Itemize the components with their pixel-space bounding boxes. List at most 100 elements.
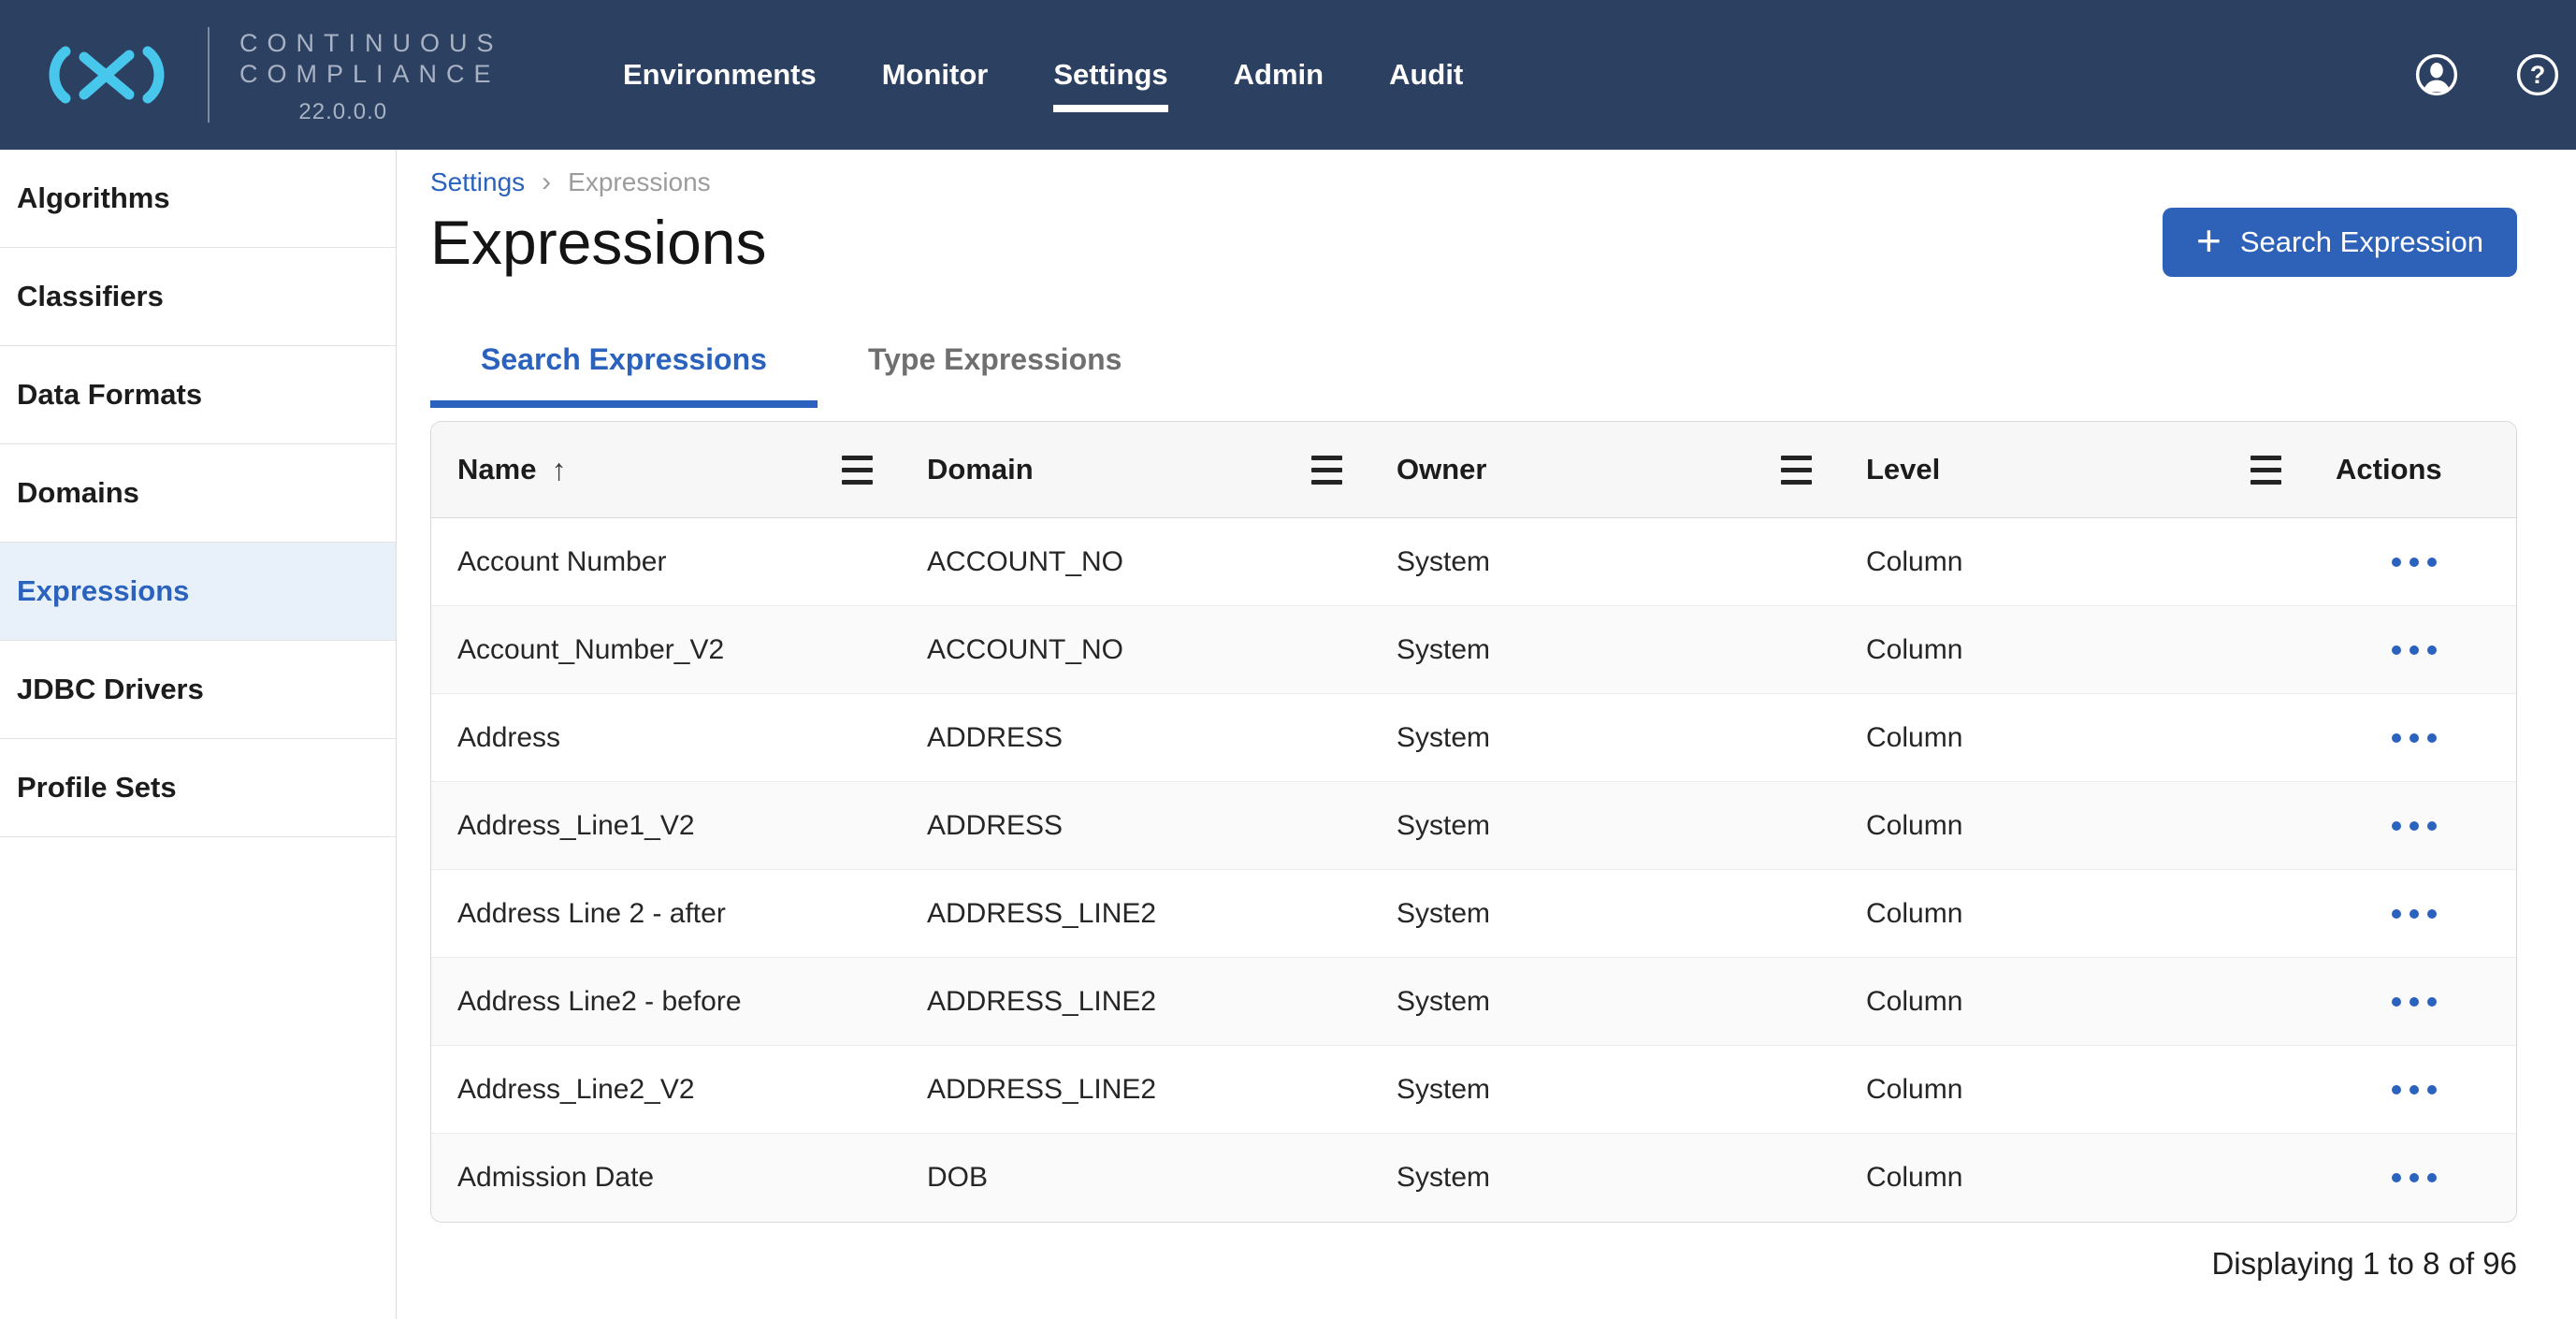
plus-icon: + [2196, 219, 2221, 262]
cell-owner: System [1370, 634, 1840, 666]
nav-settings[interactable]: Settings [1053, 58, 1167, 92]
main-content: Settings › Expressions Expressions + Sea… [397, 150, 2576, 1283]
expressions-table: Name ↑ Domain Owner Level Actions [430, 421, 2517, 1223]
sidebar-item-expressions[interactable]: Expressions [0, 543, 396, 641]
wordmark-line2: COMPLIANCE [239, 59, 503, 90]
cell-owner: System [1370, 1074, 1840, 1106]
cell-name: Account_Number_V2 [431, 634, 901, 666]
cell-owner: System [1370, 1162, 1840, 1194]
cell-owner: System [1370, 810, 1840, 842]
column-menu-icon[interactable] [1311, 456, 1342, 485]
column-label-owner[interactable]: Owner [1397, 453, 1486, 486]
row-actions-menu-icon[interactable] [2388, 552, 2440, 573]
sidebar-item-data-formats[interactable]: Data Formats [0, 346, 396, 444]
sidebar-item-algorithms[interactable]: Algorithms [0, 150, 396, 248]
nav-environments[interactable]: Environments [623, 58, 817, 92]
help-icon[interactable]: ? [2515, 52, 2560, 97]
cell-level: Column [1840, 986, 2309, 1018]
top-navigation: Environments Monitor Settings Admin Audi… [623, 0, 1463, 150]
sidebar-item-jdbc-drivers[interactable]: JDBC Drivers [0, 641, 396, 739]
svg-text:?: ? [2530, 61, 2546, 89]
table-row: Address Line2 - before ADDRESS_LINE2 Sys… [431, 958, 2516, 1046]
nav-monitor[interactable]: Monitor [882, 58, 989, 92]
version-label: 22.0.0.0 [239, 99, 503, 125]
cell-domain: ADDRESS [901, 722, 1370, 754]
top-bar: CONTINUOUS COMPLIANCE 22.0.0.0 Environme… [0, 0, 2576, 150]
column-header-actions: Actions [2309, 453, 2516, 486]
add-search-expression-label: Search Expression [2240, 225, 2483, 259]
user-profile-icon[interactable] [2414, 52, 2459, 97]
table-row: Account Number ACCOUNT_NO System Column [431, 518, 2516, 606]
settings-sidebar: Algorithms Classifiers Data Formats Doma… [0, 150, 397, 1319]
cell-domain: ADDRESS_LINE2 [901, 986, 1370, 1018]
row-actions-menu-icon[interactable] [2388, 816, 2440, 836]
cell-name: Address [431, 722, 901, 754]
cell-name: Account Number [431, 546, 901, 578]
row-actions-menu-icon[interactable] [2388, 992, 2440, 1012]
column-label-actions: Actions [2336, 453, 2442, 486]
cell-domain: DOB [901, 1162, 1370, 1194]
cell-domain: ACCOUNT_NO [901, 634, 1370, 666]
page-title: Expressions [430, 202, 767, 283]
cell-level: Column [1840, 722, 2309, 754]
cell-owner: System [1370, 898, 1840, 930]
cell-owner: System [1370, 546, 1840, 578]
cell-level: Column [1840, 1162, 2309, 1194]
cell-domain: ADDRESS_LINE2 [901, 898, 1370, 930]
tab-type-expressions[interactable]: Type Expressions [818, 342, 1173, 408]
cell-owner: System [1370, 722, 1840, 754]
sidebar-item-classifiers[interactable]: Classifiers [0, 248, 396, 346]
cell-level: Column [1840, 634, 2309, 666]
table-body: Account Number ACCOUNT_NO System Column … [431, 518, 2516, 1222]
table-row: Address_Line1_V2 ADDRESS System Column [431, 782, 2516, 870]
expressions-tabs: Search Expressions Type Expressions [430, 342, 2517, 408]
breadcrumb-settings-link[interactable]: Settings [430, 167, 525, 198]
table-row: Account_Number_V2 ACCOUNT_NO System Colu… [431, 606, 2516, 694]
wordmark-line1: CONTINUOUS [239, 28, 503, 59]
logo-divider [208, 27, 210, 123]
pagination-status: Displaying 1 to 8 of 96 [430, 1245, 2517, 1283]
brand-logo: CONTINUOUS COMPLIANCE 22.0.0.0 [0, 0, 503, 150]
cell-name: Address_Line2_V2 [431, 1074, 901, 1106]
column-label-name[interactable]: Name [457, 453, 536, 486]
chevron-right-icon: › [542, 167, 551, 198]
cell-name: Admission Date [431, 1162, 901, 1194]
column-header-domain: Domain [901, 453, 1370, 486]
table-row: Address Line 2 - after ADDRESS_LINE2 Sys… [431, 870, 2516, 958]
row-actions-menu-icon[interactable] [2388, 904, 2440, 924]
breadcrumb-current: Expressions [568, 167, 711, 198]
sort-ascending-icon[interactable]: ↑ [551, 453, 566, 487]
cell-level: Column [1840, 810, 2309, 842]
table-header-row: Name ↑ Domain Owner Level Actions [431, 422, 2516, 518]
column-header-level: Level [1840, 453, 2309, 486]
breadcrumb: Settings › Expressions [430, 167, 2517, 198]
tab-search-expressions[interactable]: Search Expressions [430, 342, 818, 408]
column-menu-icon[interactable] [2250, 456, 2281, 485]
table-row: Admission Date DOB System Column [431, 1134, 2516, 1222]
nav-audit[interactable]: Audit [1389, 58, 1463, 92]
cell-name: Address Line 2 - after [431, 898, 901, 930]
column-menu-icon[interactable] [842, 456, 873, 485]
row-actions-menu-icon[interactable] [2388, 728, 2440, 748]
cell-domain: ACCOUNT_NO [901, 546, 1370, 578]
delphix-logo-icon [45, 42, 168, 108]
row-actions-menu-icon[interactable] [2388, 1167, 2440, 1188]
cell-domain: ADDRESS_LINE2 [901, 1074, 1370, 1106]
cell-level: Column [1840, 1074, 2309, 1106]
table-row: Address_Line2_V2 ADDRESS_LINE2 System Co… [431, 1046, 2516, 1134]
nav-admin[interactable]: Admin [1234, 58, 1324, 92]
row-actions-menu-icon[interactable] [2388, 1080, 2440, 1100]
sidebar-item-domains[interactable]: Domains [0, 444, 396, 543]
row-actions-menu-icon[interactable] [2388, 640, 2440, 660]
cell-name: Address Line2 - before [431, 986, 901, 1018]
column-header-name: Name ↑ [431, 453, 901, 487]
sidebar-item-profile-sets[interactable]: Profile Sets [0, 739, 396, 837]
cell-level: Column [1840, 546, 2309, 578]
column-label-level[interactable]: Level [1866, 453, 1940, 486]
cell-owner: System [1370, 986, 1840, 1018]
add-search-expression-button[interactable]: + Search Expression [2163, 208, 2517, 277]
column-label-domain[interactable]: Domain [927, 453, 1034, 486]
cell-level: Column [1840, 898, 2309, 930]
column-menu-icon[interactable] [1781, 456, 1812, 485]
cell-name: Address_Line1_V2 [431, 810, 901, 842]
